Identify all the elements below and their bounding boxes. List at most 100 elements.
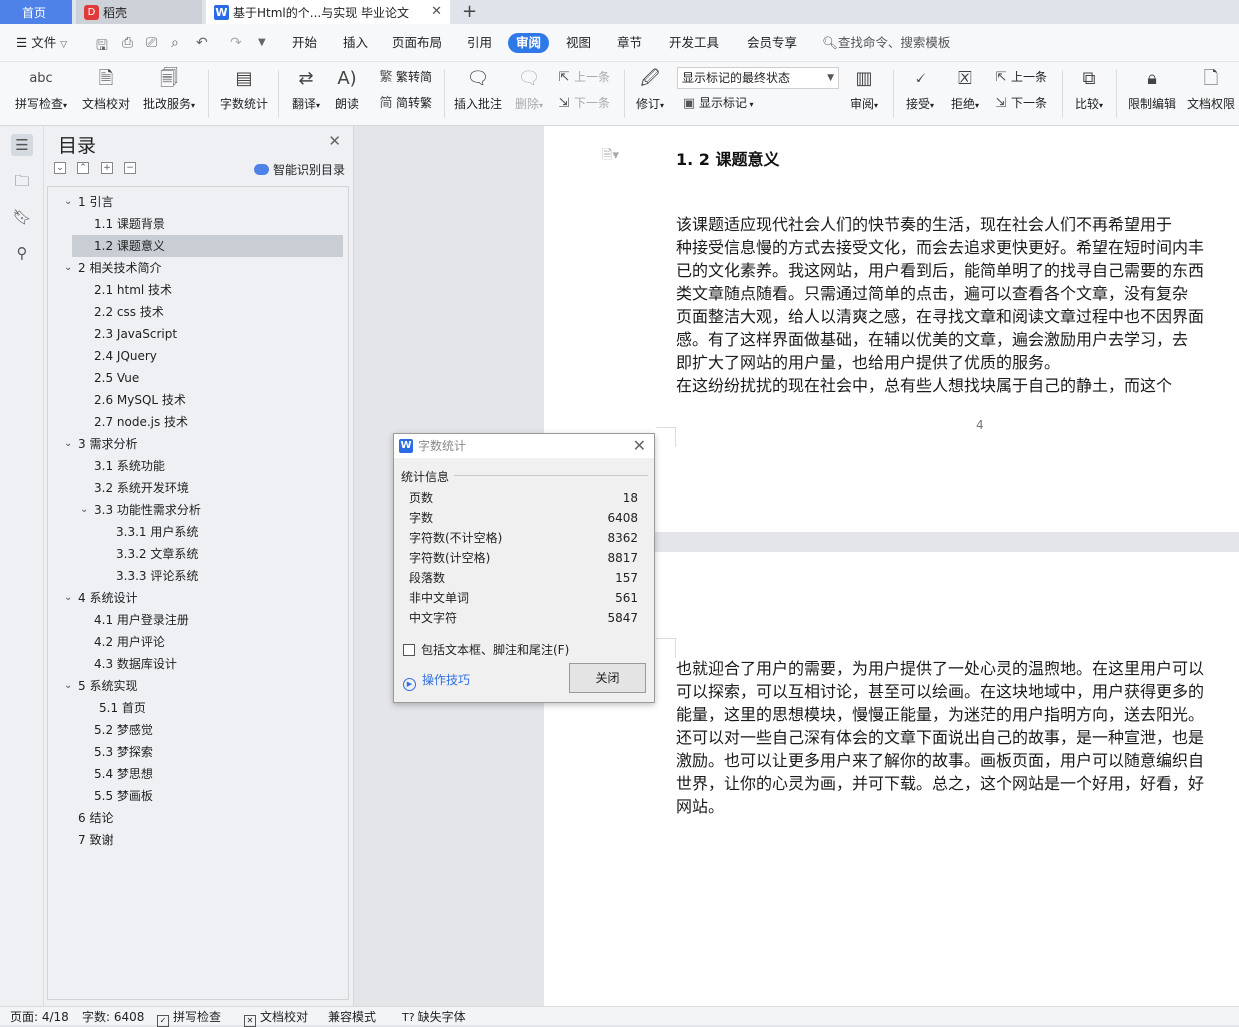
command-search[interactable]: 🔍︎查找命令、搜索模板: [822, 24, 950, 62]
menu-layout[interactable]: 页面布局: [392, 24, 442, 62]
toc-item[interactable]: ⌄ 3 需求分析: [64, 433, 137, 455]
toc-item[interactable]: 7 致谢: [78, 829, 113, 851]
compare-button[interactable]: ⧉ 比较▾: [1071, 66, 1107, 124]
toc-item[interactable]: 3.3.3 评论系统: [116, 565, 198, 587]
toc-item[interactable]: 2.1 html 技术: [94, 279, 172, 301]
menu-view[interactable]: 视图: [566, 24, 591, 62]
print-icon[interactable]: ⎚: [146, 35, 157, 51]
collapse-all-icon[interactable]: ⌄: [54, 162, 66, 174]
chevron-down-icon[interactable]: ⌄: [64, 587, 72, 609]
prev-comment-button[interactable]: ⇱ 上一条: [556, 67, 610, 87]
toc-item[interactable]: 5.4 梦思想: [94, 763, 153, 785]
toc-item[interactable]: 1.1 课题背景: [94, 213, 165, 235]
review-service-button[interactable]: 🗐 批改服务▾: [140, 66, 198, 124]
menu-review[interactable]: 审阅: [508, 33, 550, 53]
tips-link[interactable]: ▶ 操作技巧: [403, 671, 470, 691]
chevron-down-icon[interactable]: ⌄: [64, 675, 72, 697]
toc-panel-icon[interactable]: ☰: [11, 134, 33, 156]
toc-item[interactable]: 3.3.2 文章系统: [116, 543, 198, 565]
print-preview-icon[interactable]: ⌕: [171, 35, 179, 51]
customize-quick-access-icon[interactable]: ▼: [258, 37, 266, 48]
toc-item[interactable]: ⌄ 5 系统实现: [64, 675, 137, 697]
toc-item[interactable]: 3.1 系统功能: [94, 455, 165, 477]
word-count-button[interactable]: ▤ 字数统计: [219, 66, 269, 124]
read-aloud-button[interactable]: A) 朗读: [332, 66, 362, 124]
toc-item[interactable]: 1.2 课题意义: [94, 235, 165, 257]
toc-item[interactable]: 3.2 系统开发环境: [94, 477, 189, 499]
toc-item[interactable]: 5.3 梦探索: [94, 741, 153, 763]
tab-document[interactable]: W 基于Html的个...与实现 毕业论文 ✕: [206, 0, 450, 24]
word-count-indicator[interactable]: 字数: 6408: [82, 1009, 144, 1025]
to-simplified-button[interactable]: 简简转繁: [378, 93, 432, 113]
spell-check-button[interactable]: abc 拼写检查▾: [12, 66, 70, 124]
track-changes-button[interactable]: 🖉 修订▾: [632, 66, 668, 124]
toc-item[interactable]: ⌄ 2 相关技术简介: [64, 257, 161, 279]
expand-all-icon[interactable]: ⌃: [77, 162, 89, 174]
toc-item[interactable]: 2.6 MySQL 技术: [94, 389, 186, 411]
page-indicator[interactable]: 页面: 4/18: [10, 1009, 69, 1025]
restrict-edit-button[interactable]: 🔒︎ 限制编辑: [1126, 66, 1178, 124]
toc-item[interactable]: 4.1 用户登录注册: [94, 609, 189, 631]
include-textbox-checkbox[interactable]: 包括文本框、脚注和尾注(F): [403, 641, 569, 658]
toc-item[interactable]: 5.1 首页: [99, 697, 146, 719]
doc-proof-toggle[interactable]: ✕ 文档校对: [244, 1009, 308, 1027]
doc-proof-button[interactable]: 🗎 文档校对: [81, 66, 131, 124]
search-icon[interactable]: ⚲: [11, 242, 33, 264]
chapter-nav-icon[interactable]: 🗀: [11, 170, 33, 192]
toc-item[interactable]: 2.7 node.js 技术: [94, 411, 188, 433]
close-tab-icon[interactable]: ✕: [431, 4, 442, 19]
accept-button[interactable]: 🗸 接受▾: [902, 66, 938, 124]
translate-button[interactable]: ⇄ 翻译▾: [288, 66, 324, 124]
next-change-button[interactable]: ⇲ 下一条: [993, 93, 1047, 113]
insert-comment-button[interactable]: 🗨 插入批注: [453, 66, 503, 124]
toc-item[interactable]: ⌄ 4 系统设计: [64, 587, 137, 609]
reject-button[interactable]: 🗵 拒绝▾: [947, 66, 983, 124]
menu-insert[interactable]: 插入: [343, 24, 368, 62]
add-heading-icon[interactable]: +: [101, 162, 113, 174]
redo-icon[interactable]: ↷: [230, 35, 242, 51]
toc-item[interactable]: 5.5 梦画板: [94, 785, 153, 807]
prev-change-button[interactable]: ⇱ 上一条: [993, 67, 1047, 87]
delete-comment-button[interactable]: 🗨 删除▾: [511, 66, 547, 124]
missing-font-button[interactable]: T? 缺失字体: [402, 1009, 466, 1025]
smart-toc-button[interactable]: 智能识别目录: [253, 161, 345, 178]
markup-state-select[interactable]: 显示标记的最终状态 ▼: [677, 67, 839, 89]
close-icon[interactable]: ✕: [633, 436, 646, 455]
spell-check-toggle[interactable]: ✓ 拼写检查: [157, 1009, 221, 1027]
toc-item[interactable]: 2.5 Vue: [94, 367, 139, 389]
toc-item[interactable]: ⌄ 3.3 功能性需求分析: [80, 499, 201, 521]
save-icon[interactable]: 🖫: [96, 35, 108, 59]
export-pdf-icon[interactable]: ⎙: [122, 35, 133, 51]
new-tab-button[interactable]: +: [462, 1, 477, 22]
to-traditional-button[interactable]: 繁繁转简: [378, 67, 432, 87]
remove-heading-icon[interactable]: −: [124, 162, 136, 174]
menu-member[interactable]: 会员专享: [747, 24, 797, 62]
tab-home[interactable]: 首页: [0, 0, 72, 24]
toc-item[interactable]: 2.4 JQuery: [94, 345, 157, 367]
review-pane-button[interactable]: ▥ 审阅▾: [846, 66, 882, 124]
close-button[interactable]: 关闭: [569, 663, 646, 693]
dialog-title-bar[interactable]: W 字数统计: [394, 434, 654, 458]
bookmark-icon[interactable]: 🔖︎: [11, 206, 33, 228]
toc-item[interactable]: 2.3 JavaScript: [94, 323, 177, 345]
menu-reference[interactable]: 引用: [467, 24, 492, 62]
chevron-down-icon[interactable]: ⌄: [64, 433, 72, 455]
chevron-down-icon[interactable]: ⌄: [64, 257, 72, 279]
close-icon[interactable]: ✕: [328, 132, 341, 150]
paragraph-menu-icon[interactable]: 🗎▾: [602, 146, 619, 168]
checkbox-box[interactable]: [403, 644, 415, 656]
menu-devtools[interactable]: 开发工具: [669, 24, 719, 62]
doc-permission-button[interactable]: 🗋 文档权限: [1185, 66, 1237, 124]
toc-item[interactable]: 4.3 数据库设计: [94, 653, 177, 675]
menu-chapter[interactable]: 章节: [617, 24, 642, 62]
toc-item[interactable]: ⌄ 1 引言: [64, 191, 113, 213]
file-menu[interactable]: ☰ 文件 ▽: [16, 24, 67, 62]
toc-item[interactable]: 4.2 用户评论: [94, 631, 165, 653]
toc-item[interactable]: 5.2 梦感觉: [94, 719, 153, 741]
toc-item[interactable]: 6 结论: [78, 807, 113, 829]
toc-item[interactable]: 3.3.1 用户系统: [116, 521, 198, 543]
undo-icon[interactable]: ↶: [196, 35, 208, 51]
toc-item[interactable]: 2.2 css 技术: [94, 301, 164, 323]
next-comment-button[interactable]: ⇲ 下一条: [556, 93, 610, 113]
tab-shell[interactable]: D 稻壳: [76, 0, 202, 24]
